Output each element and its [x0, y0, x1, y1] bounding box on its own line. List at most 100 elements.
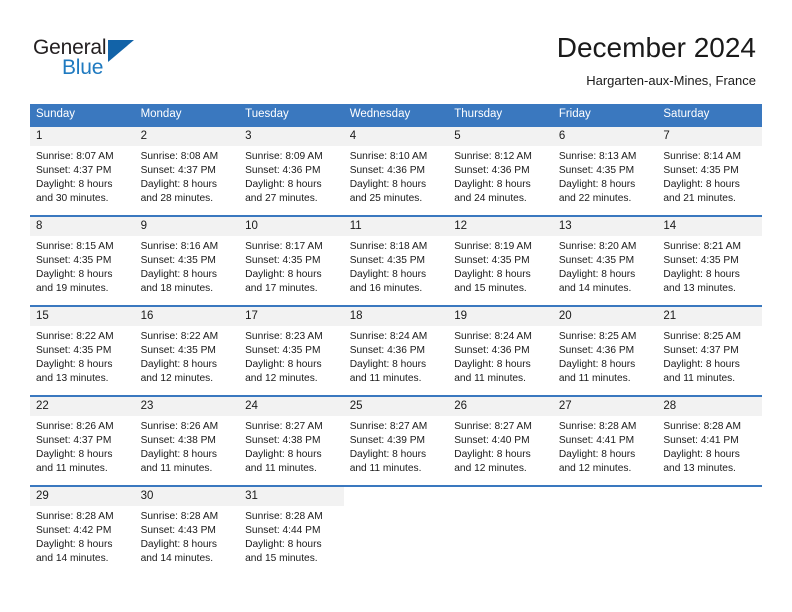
sunrise-text: Sunrise: 8:21 AM	[663, 241, 741, 252]
day-info: Sunrise: 8:28 AM Sunset: 4:41 PM Daylight:…	[657, 416, 762, 476]
daylight-text-line2: and 28 minutes.	[140, 193, 214, 204]
calendar-day-cell[interactable]: 19 Sunrise: 8:24 AM Sunset: 4:36 PM Dayligh…	[448, 305, 553, 396]
day-info	[657, 506, 762, 510]
day-cell-inner: 5 Sunrise: 8:12 AM Sunset: 4:36 PM Daylight…	[448, 127, 553, 215]
general-blue-logo[interactable]: General Blue	[33, 36, 163, 82]
sunset-text: Sunset: 4:36 PM	[558, 345, 635, 356]
calendar-day-cell[interactable]: 17 Sunrise: 8:23 AM Sunset: 4:35 PM Dayligh…	[239, 305, 344, 396]
calendar-day-cell[interactable]: 11 Sunrise: 8:18 AM Sunset: 4:35 PM Dayligh…	[343, 215, 449, 306]
sunrise-text: Sunrise: 8:25 AM	[663, 331, 741, 342]
daylight-text-line1: Daylight: 8 hours	[140, 539, 218, 550]
weekday-header-sunday: Sunday	[30, 104, 135, 126]
day-number: 20	[552, 307, 658, 326]
daylight-text-line2: and 13 minutes.	[663, 283, 736, 294]
day-cell-inner: 28 Sunrise: 8:28 AM Sunset: 4:41 PM Dayligh…	[657, 397, 762, 485]
sunrise-text: Sunrise: 8:28 AM	[558, 421, 637, 432]
sunset-text: Sunset: 4:42 PM	[36, 525, 112, 536]
sunset-text: Sunset: 4:35 PM	[140, 255, 216, 266]
calendar-day-cell[interactable]: 12 Sunrise: 8:19 AM Sunset: 4:35 PM Dayligh…	[448, 215, 553, 306]
day-cell-inner: 6 Sunrise: 8:13 AM Sunset: 4:35 PM Daylight…	[552, 127, 658, 215]
day-cell-inner: 2 Sunrise: 8:08 AM Sunset: 4:37 PM Daylight…	[134, 127, 240, 215]
calendar-day-cell[interactable]: 25 Sunrise: 8:27 AM Sunset: 4:39 PM Dayligh…	[343, 395, 449, 486]
day-info	[553, 506, 658, 510]
day-cell-inner: 14 Sunrise: 8:21 AM Sunset: 4:35 PM Dayligh…	[657, 217, 762, 305]
sunset-text: Sunset: 4:35 PM	[663, 255, 739, 266]
day-number: 8	[30, 217, 135, 236]
calendar-day-cell[interactable]: 4 Sunrise: 8:10 AM Sunset: 4:36 PM Daylight…	[343, 125, 449, 216]
day-number	[448, 487, 553, 506]
calendar-day-cell[interactable]: 2 Sunrise: 8:08 AM Sunset: 4:37 PM Daylight…	[134, 125, 240, 216]
day-number: 19	[448, 307, 553, 326]
daylight-text-line1: Daylight: 8 hours	[663, 179, 740, 190]
calendar-day-cell[interactable]: 6 Sunrise: 8:13 AM Sunset: 4:35 PM Daylight…	[552, 125, 658, 216]
calendar-day-cell-empty	[448, 485, 553, 575]
daylight-text-line1: Daylight: 8 hours	[36, 269, 113, 280]
daylight-text-line1: Daylight: 8 hours	[140, 269, 218, 280]
sunset-text: Sunset: 4:37 PM	[36, 165, 112, 176]
calendar-day-cell[interactable]: 1 Sunrise: 8:07 AM Sunset: 4:37 PM Daylight…	[30, 125, 135, 216]
calendar-day-cell[interactable]: 16 Sunrise: 8:22 AM Sunset: 4:35 PM Dayligh…	[134, 305, 240, 396]
day-number: 16	[134, 307, 240, 326]
calendar-day-cell[interactable]: 10 Sunrise: 8:17 AM Sunset: 4:35 PM Dayligh…	[239, 215, 344, 306]
day-number: 30	[134, 487, 240, 506]
calendar-day-cell[interactable]: 8 Sunrise: 8:15 AM Sunset: 4:35 PM Daylight…	[30, 215, 135, 306]
day-cell-inner: 30 Sunrise: 8:28 AM Sunset: 4:43 PM Dayligh…	[134, 487, 240, 575]
daylight-text-line2: and 12 minutes.	[558, 463, 632, 474]
daylight-text-line2: and 16 minutes.	[349, 283, 423, 294]
sunset-text: Sunset: 4:35 PM	[454, 255, 530, 266]
sunrise-text: Sunrise: 8:25 AM	[558, 331, 637, 342]
day-number: 9	[134, 217, 240, 236]
calendar-day-cell[interactable]: 27 Sunrise: 8:28 AM Sunset: 4:41 PM Dayligh…	[552, 395, 658, 486]
sunset-text: Sunset: 4:37 PM	[140, 165, 216, 176]
daylight-text-line2: and 22 minutes.	[558, 193, 632, 204]
sunrise-text: Sunrise: 8:26 AM	[36, 421, 114, 432]
day-cell-inner: 4 Sunrise: 8:10 AM Sunset: 4:36 PM Daylight…	[343, 127, 449, 215]
calendar-day-cell[interactable]: 18 Sunrise: 8:24 AM Sunset: 4:36 PM Dayligh…	[343, 305, 449, 396]
day-number: 31	[239, 487, 344, 506]
day-info: Sunrise: 8:10 AM Sunset: 4:36 PM Daylight:…	[344, 146, 449, 206]
day-number: 17	[239, 307, 344, 326]
day-number: 23	[134, 397, 240, 416]
day-info: Sunrise: 8:28 AM Sunset: 4:44 PM Daylight:…	[239, 506, 344, 566]
daylight-text-line1: Daylight: 8 hours	[663, 269, 740, 280]
day-number: 18	[343, 307, 449, 326]
calendar-day-cell[interactable]: 7 Sunrise: 8:14 AM Sunset: 4:35 PM Daylight…	[657, 125, 762, 216]
calendar-day-cell[interactable]: 26 Sunrise: 8:27 AM Sunset: 4:40 PM Dayligh…	[448, 395, 553, 486]
daylight-text-line2: and 12 minutes.	[454, 463, 527, 474]
page-header: General Blue December 2024 Hargarten-aux…	[0, 0, 792, 104]
daylight-text-line2: and 14 minutes.	[140, 553, 214, 564]
day-number: 25	[343, 397, 449, 416]
title-block: December 2024 Hargarten-aux-Mines, Franc…	[557, 31, 756, 90]
calendar-day-cell[interactable]: 22 Sunrise: 8:26 AM Sunset: 4:37 PM Dayligh…	[30, 395, 135, 486]
calendar-day-cell[interactable]: 20 Sunrise: 8:25 AM Sunset: 4:36 PM Dayligh…	[552, 305, 658, 396]
day-info: Sunrise: 8:20 AM Sunset: 4:35 PM Daylight:…	[553, 236, 658, 296]
weekday-header-saturday: Saturday	[657, 104, 762, 126]
calendar-day-cell[interactable]: 14 Sunrise: 8:21 AM Sunset: 4:35 PM Dayligh…	[657, 215, 762, 306]
calendar-day-cell[interactable]: 15 Sunrise: 8:22 AM Sunset: 4:35 PM Dayligh…	[30, 305, 135, 396]
calendar-day-cell[interactable]: 31 Sunrise: 8:28 AM Sunset: 4:44 PM Dayligh…	[239, 485, 344, 575]
sunrise-text: Sunrise: 8:07 AM	[36, 151, 114, 162]
day-number: 4	[343, 127, 449, 146]
sunrise-text: Sunrise: 8:24 AM	[454, 331, 532, 342]
calendar-day-cell[interactable]: 5 Sunrise: 8:12 AM Sunset: 4:36 PM Daylight…	[448, 125, 553, 216]
calendar-day-cell[interactable]: 23 Sunrise: 8:26 AM Sunset: 4:38 PM Dayligh…	[134, 395, 240, 486]
calendar-day-cell[interactable]: 13 Sunrise: 8:20 AM Sunset: 4:35 PM Dayligh…	[552, 215, 658, 306]
calendar-day-cell[interactable]: 28 Sunrise: 8:28 AM Sunset: 4:41 PM Dayligh…	[657, 395, 762, 486]
daylight-text-line1: Daylight: 8 hours	[454, 179, 531, 190]
calendar-day-cell[interactable]: 29 Sunrise: 8:28 AM Sunset: 4:42 PM Dayligh…	[30, 485, 135, 575]
sunset-text: Sunset: 4:43 PM	[140, 525, 216, 536]
sunset-text: Sunset: 4:40 PM	[454, 435, 530, 446]
calendar-header-row: Sunday Monday Tuesday Wednesday Thursday…	[30, 104, 762, 126]
calendar-day-cell[interactable]: 30 Sunrise: 8:28 AM Sunset: 4:43 PM Dayligh…	[134, 485, 240, 575]
calendar-day-cell[interactable]: 24 Sunrise: 8:27 AM Sunset: 4:38 PM Dayligh…	[239, 395, 344, 486]
day-info: Sunrise: 8:23 AM Sunset: 4:35 PM Daylight:…	[239, 326, 344, 386]
daylight-text-line2: and 15 minutes.	[245, 553, 318, 564]
day-number: 11	[343, 217, 449, 236]
day-info: Sunrise: 8:12 AM Sunset: 4:36 PM Daylight:…	[448, 146, 553, 206]
calendar-day-cell[interactable]: 3 Sunrise: 8:09 AM Sunset: 4:36 PM Daylight…	[239, 125, 344, 216]
daylight-text-line2: and 11 minutes.	[36, 463, 108, 474]
sunrise-text: Sunrise: 8:23 AM	[245, 331, 323, 342]
sunrise-text: Sunrise: 8:28 AM	[140, 511, 219, 522]
calendar-day-cell[interactable]: 21 Sunrise: 8:25 AM Sunset: 4:37 PM Dayligh…	[657, 305, 762, 396]
calendar-day-cell[interactable]: 9 Sunrise: 8:16 AM Sunset: 4:35 PM Daylight…	[134, 215, 240, 306]
